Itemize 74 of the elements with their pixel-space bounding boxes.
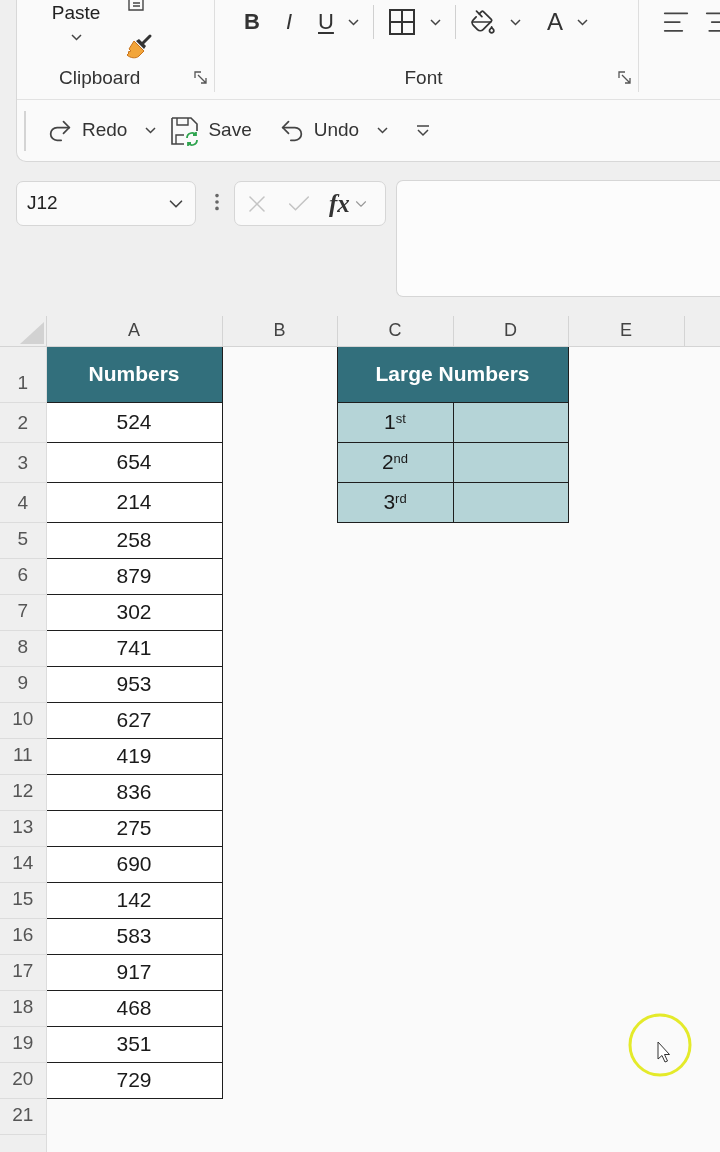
table-cell: 917 [46,954,222,990]
row-header[interactable]: 20 [0,1062,46,1098]
row-header[interactable]: 6 [0,558,46,594]
row-header[interactable]: 8 [0,630,46,666]
row-header[interactable]: 2 [0,402,46,442]
table-cell: 419 [46,738,222,774]
insert-function-button[interactable]: fx [329,191,350,216]
group-label: Font [403,65,444,90]
column-header[interactable]: B [222,316,337,346]
italic-button[interactable]: I [285,11,292,33]
group-label: Clipboard [59,65,141,90]
table-cell: 879 [46,558,222,594]
underline-button[interactable]: U [318,11,359,33]
column-header[interactable]: D [453,316,568,346]
borders-button[interactable] [387,8,441,36]
row-header[interactable]: 14 [0,846,46,882]
row-header[interactable]: 1 [0,346,46,402]
rank-cell: 2$^{nd}$ [337,442,453,482]
table-cell: 524 [46,402,222,442]
table-cell: 627 [46,702,222,738]
row-header[interactable]: 19 [0,1026,46,1062]
fill-color-button[interactable] [469,9,521,35]
formula-input[interactable] [396,180,720,297]
table-cell: 654 [46,442,222,482]
name-box[interactable]: J12 [16,181,196,226]
row-header[interactable]: 15 [0,882,46,918]
row-header[interactable]: 11 [0,738,46,774]
dialog-launcher-icon[interactable] [194,70,208,85]
row-header[interactable]: 16 [0,918,46,954]
row-header[interactable]: 10 [0,702,46,738]
row-header[interactable]: 7 [0,594,46,630]
table-cell: 302 [46,594,222,630]
row-header[interactable]: 21 [0,1098,46,1134]
table-cell: 583 [46,918,222,954]
paste-button[interactable]: Paste [47,0,105,64]
table-cell: 468 [46,990,222,1026]
dialog-launcher-icon[interactable] [618,70,632,85]
table-cell: 258 [46,522,222,558]
row-header[interactable]: 18 [0,990,46,1026]
row-header[interactable]: 13 [0,810,46,846]
table-cell: 142 [46,882,222,918]
row-header[interactable]: 12 [0,774,46,810]
column-header[interactable]: A [46,316,222,346]
format-painter-icon[interactable] [125,32,153,60]
table-cell: 690 [46,846,222,882]
paint-bucket-icon [469,9,496,35]
row-header[interactable]: 17 [0,954,46,990]
rank-cell: 3$^{rd}$ [337,482,453,522]
row-header[interactable]: 4 [0,482,46,522]
bold-button[interactable]: B [244,11,260,33]
save-sync-icon [170,115,201,146]
row-header[interactable]: 9 [0,666,46,702]
borders-grid-icon [387,8,416,36]
column-header[interactable]: E [568,316,684,346]
row-header[interactable]: 5 [0,522,46,558]
table-cell: 214 [46,482,222,522]
row-header[interactable]: 3 [0,442,46,482]
table-cell: 836 [46,774,222,810]
table-cell: 729 [46,1062,222,1098]
table-cell: 741 [46,630,222,666]
rank-cell: 1$^{st}$ [337,402,453,442]
table-header-cell: Large Numbers [337,346,568,402]
font-color-button[interactable]: A [546,10,588,34]
redo-button[interactable]: Redo [46,116,157,145]
column-header[interactable]: C [337,316,453,346]
cursor-highlight-icon [628,1013,692,1077]
table-header-cell: Numbers [46,346,222,402]
caret-icon [70,34,82,41]
table-cell: 351 [46,1026,222,1062]
customize-toolbar-icon[interactable] [416,124,431,137]
table-cell: 275 [46,810,222,846]
undo-button[interactable]: Undo [277,116,389,145]
save-button[interactable]: Save [170,115,252,146]
table-cell: 953 [46,666,222,702]
